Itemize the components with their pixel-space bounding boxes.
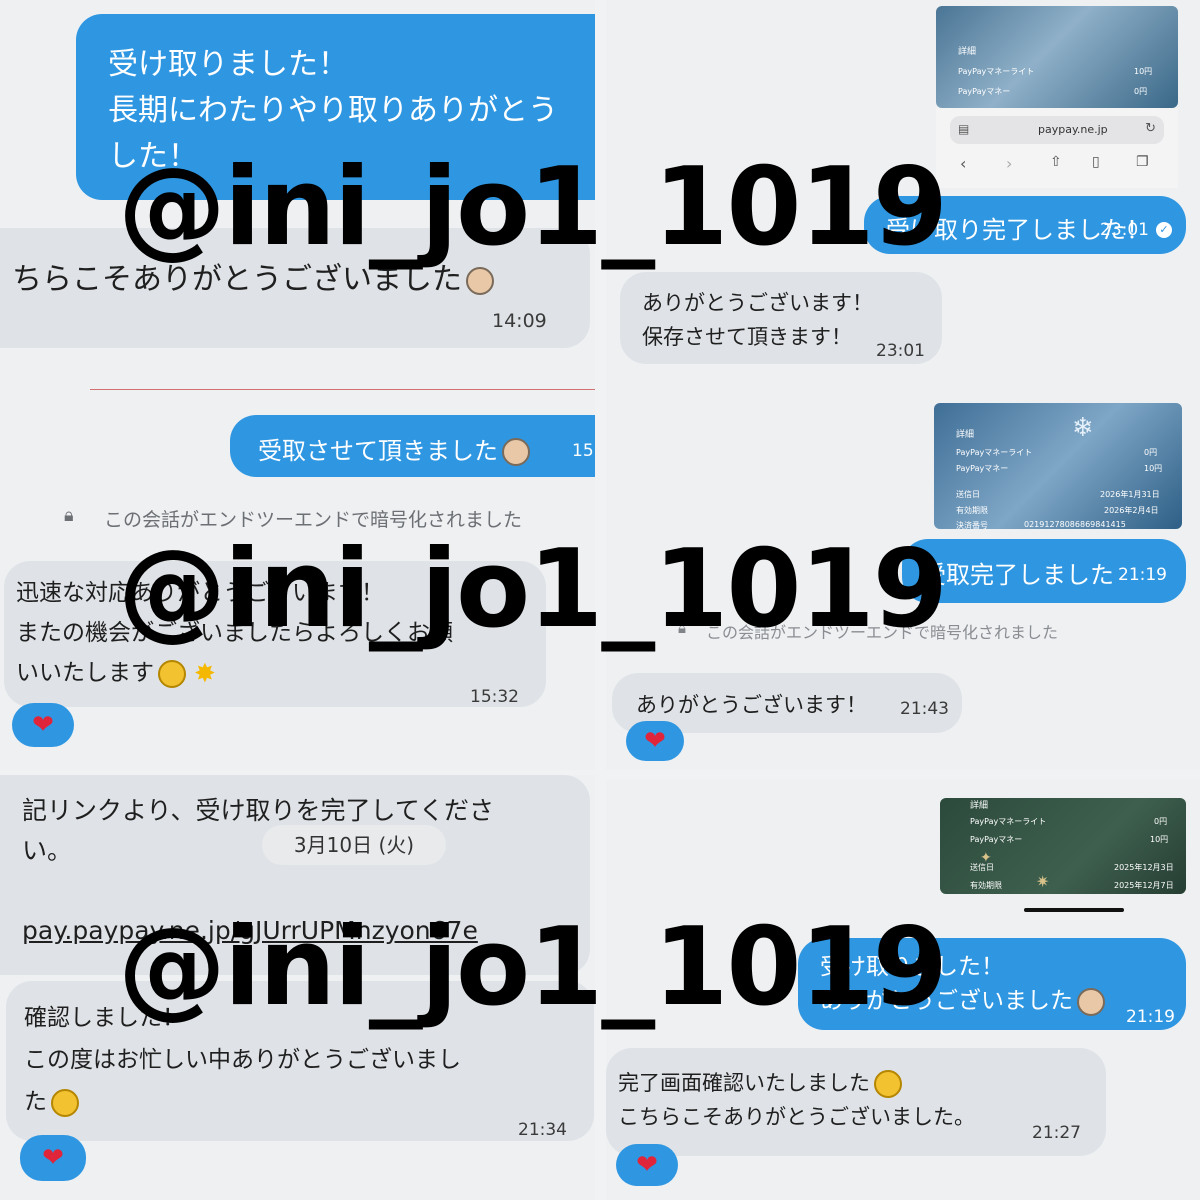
card-row-label: PayPayマネー bbox=[956, 464, 1009, 473]
message-line: 完了画面確認いたしました bbox=[618, 1066, 975, 1100]
lock-icon: 🔒︎ bbox=[64, 505, 74, 526]
message-line: 受け取りました！ bbox=[108, 47, 348, 82]
watermark-text: @ini_jo1_1019 bbox=[118, 145, 948, 270]
message-timestamp: 21:34 bbox=[518, 1120, 567, 1140]
message-timestamp: 23:01 bbox=[876, 341, 925, 361]
card-row-value: 0円 bbox=[1144, 448, 1158, 457]
card-row-value: 0円 bbox=[1154, 817, 1168, 826]
card-row-value: 0円 bbox=[1134, 87, 1148, 96]
message-line: 長期にわたりやり取りありがとう bbox=[108, 93, 558, 128]
paypay-receipt-card: ❄ 詳細 PayPayマネーライト 0円 PayPayマネー 10円 送信日 2… bbox=[934, 403, 1182, 529]
paypay-receipt-card: 詳細 PayPayマネーライト 0円 PayPayマネー 10円 ✦ ✷ 送信日… bbox=[940, 798, 1186, 894]
message-timestamp: 23:01 bbox=[1100, 220, 1149, 240]
watermark-text: @ini_jo1_1019 bbox=[118, 905, 948, 1030]
message-timestamp: 21:43 bbox=[900, 699, 949, 719]
home-indicator bbox=[1024, 908, 1124, 912]
incoming-message-bubble[interactable]: 完了画面確認いたしました こちらこそありがとうございました。 21:27 bbox=[606, 1048, 1106, 1156]
heart-reaction-icon[interactable]: ❤ bbox=[616, 1144, 678, 1186]
share-icon[interactable]: ⇧ bbox=[1050, 154, 1062, 170]
incoming-message-bubble[interactable]: ありがとうございます！ 保存させて頂きます！ 23:01 bbox=[620, 272, 942, 364]
bowing-person-emoji-icon bbox=[466, 266, 494, 295]
reader-icon[interactable]: ▤ bbox=[958, 122, 969, 136]
card-row-value: 02191278086869841415 bbox=[1024, 520, 1126, 529]
bowing-person-emoji-icon bbox=[502, 438, 530, 466]
heart-reaction-icon[interactable]: ❤ bbox=[12, 703, 74, 747]
message-line: こちらこそありがとうございました。 bbox=[618, 1105, 975, 1129]
date-chip: 3月10日 (火) bbox=[262, 825, 446, 865]
reload-icon[interactable]: ↻ bbox=[1145, 121, 1156, 136]
message-timestamp: 21:19 bbox=[1118, 565, 1167, 585]
card-row-label: 有効期限 bbox=[970, 881, 1002, 890]
card-row-label: PayPayマネーライト bbox=[958, 67, 1035, 76]
card-row-label: 決済番号 bbox=[956, 521, 988, 529]
card-row-label: PayPayマネー bbox=[958, 87, 1011, 96]
divider bbox=[90, 389, 595, 390]
bowing-person-emoji-icon bbox=[1077, 987, 1105, 1016]
message-text: ありがとうございます！ bbox=[636, 693, 867, 717]
heart-reaction-icon[interactable]: ❤ bbox=[626, 721, 684, 761]
message-timestamp: 15 bbox=[572, 441, 594, 461]
bookmarks-icon[interactable]: ▯ bbox=[1092, 154, 1100, 170]
message-timestamp: 21:19 bbox=[1126, 1007, 1175, 1027]
paypay-receipt-card: 詳細 PayPayマネーライト 10円 PayPayマネー 0円 bbox=[936, 6, 1178, 108]
card-detail-label: 詳細 bbox=[956, 430, 975, 440]
bowing-person-emoji-icon bbox=[874, 1070, 902, 1098]
back-icon[interactable]: ‹ bbox=[960, 154, 966, 173]
message-text: 受取完了しました bbox=[922, 561, 1114, 589]
card-row-label: PayPayマネーライト bbox=[970, 817, 1047, 826]
card-row-label: PayPayマネー bbox=[970, 835, 1023, 844]
browser-toolbar: ▤ paypay.ne.jp ↻ ‹ › ⇧ ▯ ❐ bbox=[936, 108, 1178, 188]
snowflake-icon: ❄ bbox=[1072, 413, 1094, 443]
card-row-value: 10円 bbox=[1150, 835, 1169, 844]
card-row-value: 10円 bbox=[1134, 67, 1153, 76]
card-detail-label: 詳細 bbox=[970, 801, 989, 811]
heart-reaction-icon[interactable]: ❤ bbox=[20, 1135, 86, 1181]
watermark-text: @ini_jo1_1019 bbox=[118, 527, 948, 652]
tabs-icon[interactable]: ❐ bbox=[1136, 154, 1149, 170]
bowing-person-emoji-icon bbox=[51, 1088, 79, 1117]
message-text: 受取させて頂きました bbox=[258, 431, 530, 466]
card-row-label: PayPayマネーライト bbox=[956, 448, 1033, 457]
outgoing-message-bubble[interactable]: 受取させて頂きました 15 bbox=[230, 415, 595, 477]
sparkle-star-icon: ✸ bbox=[194, 658, 216, 689]
message-line: 保存させて頂きます！ bbox=[642, 325, 852, 349]
sparkle-icon: ✷ bbox=[1036, 872, 1050, 891]
card-row-value: 2026年2月4日 bbox=[1104, 506, 1159, 515]
message-line: た bbox=[24, 1081, 461, 1123]
card-row-value: 2025年12月7日 bbox=[1114, 881, 1174, 890]
read-check-icon: ✓ bbox=[1156, 222, 1172, 238]
message-timestamp: 21:27 bbox=[1032, 1123, 1081, 1143]
message-line: この度はお忙しい中ありがとうございまし bbox=[24, 1047, 461, 1073]
card-row-value: 2026年1月31日 bbox=[1100, 490, 1160, 499]
bowing-person-emoji-icon bbox=[158, 659, 186, 688]
card-row-label: 送信日 bbox=[970, 863, 994, 872]
card-row-value: 10円 bbox=[1144, 464, 1163, 473]
card-detail-label: 詳細 bbox=[958, 47, 977, 57]
address-bar[interactable]: ▤ paypay.ne.jp ↻ bbox=[950, 116, 1164, 144]
card-row-label: 有効期限 bbox=[956, 506, 988, 515]
card-row-value: 2025年12月3日 bbox=[1114, 863, 1174, 872]
message-line: いいたします ✸ bbox=[16, 653, 453, 694]
url-text: paypay.ne.jp bbox=[1038, 123, 1108, 136]
card-row-label: 送信日 bbox=[956, 490, 980, 499]
message-timestamp: 15:32 bbox=[470, 687, 519, 707]
message-line: ありがとうございます！ bbox=[642, 291, 873, 315]
message-timestamp: 14:09 bbox=[492, 310, 547, 332]
forward-icon[interactable]: › bbox=[1006, 154, 1012, 173]
